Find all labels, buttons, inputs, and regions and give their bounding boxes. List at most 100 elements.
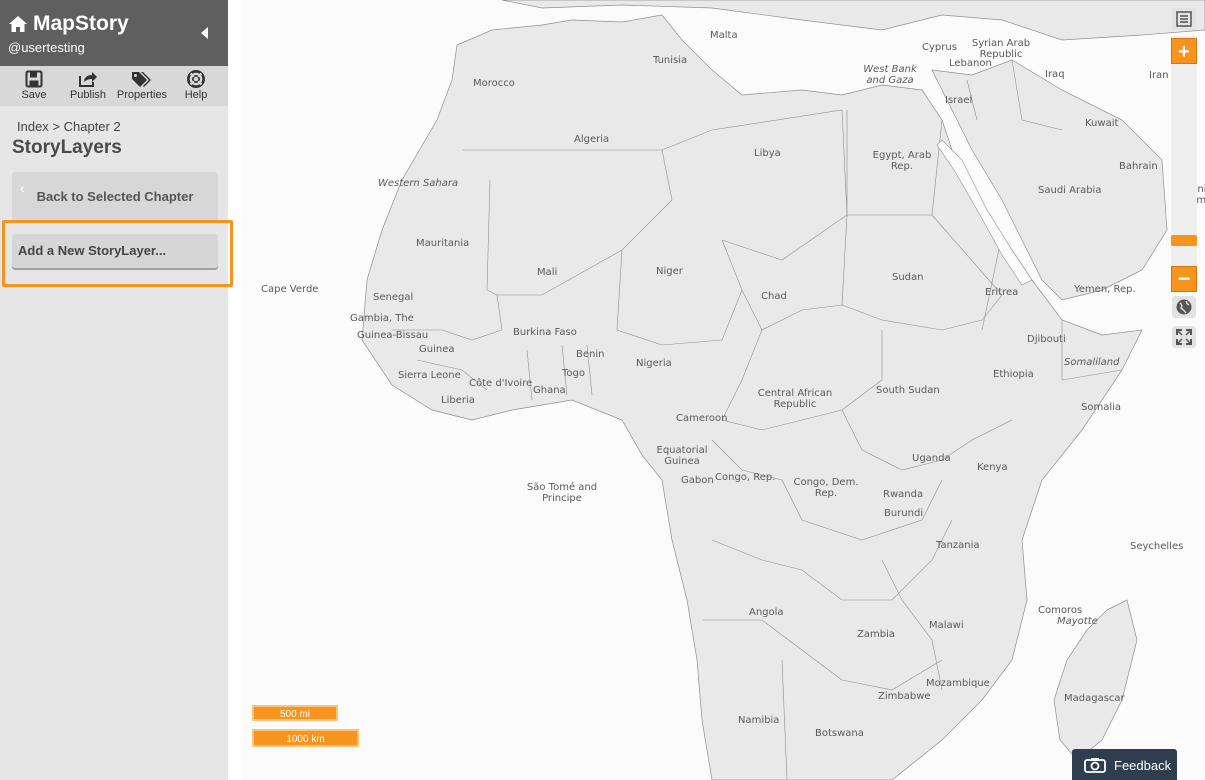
sidebar: MapStory @usertesting Save Publish Prope… — [0, 0, 233, 780]
zoom-in-button[interactable]: + — [1171, 38, 1197, 64]
map-label-madagascar: Madagascar — [1064, 693, 1125, 704]
properties-label: Properties — [116, 89, 168, 101]
map-label-iraq: Iraq — [1045, 69, 1065, 80]
user-handle[interactable]: @usertesting — [8, 40, 85, 55]
map-label-drc: Congo, Dem. Rep. — [793, 477, 859, 499]
map-label-burkina: Burkina Faso — [513, 327, 577, 338]
map-label-zimbabwe: Zimbabwe — [878, 691, 931, 702]
map-label-iran: Iran — [1149, 70, 1169, 81]
back-button-label: Back to Selected Chapter — [36, 189, 194, 204]
map-label-israel: Israel — [945, 95, 973, 106]
map-label-kenya: Kenya — [977, 462, 1008, 473]
map-label-senegal: Senegal — [373, 292, 414, 303]
map-label-morocco: Morocco — [473, 78, 515, 89]
map-label-mozambique: Mozambique — [926, 678, 990, 689]
fullscreen-button[interactable] — [1172, 326, 1196, 348]
map-label-yemen: Yemen, Rep. — [1074, 284, 1136, 295]
feedback-label: Feedback — [1114, 758, 1172, 773]
list-icon — [1176, 11, 1192, 27]
add-storylayer-label: Add a New StoryLayer... — [18, 243, 167, 258]
layers-list-button[interactable] — [1172, 8, 1196, 30]
map-label-djibouti: Djibouti — [1027, 334, 1066, 345]
map-label-gambia: Gambia, The — [350, 313, 414, 324]
map-label-cyprus: Cyprus — [922, 42, 957, 53]
map-label-guinea: Guinea — [419, 344, 455, 355]
map-label-guinea-bissau: Guinea-Bissau — [357, 330, 429, 341]
map-label-cote-divoire: Côte d'Ivoire — [469, 378, 533, 389]
map-label-ghana: Ghana — [533, 385, 566, 396]
map-label-egypt: Egypt, Arab Rep. — [872, 150, 932, 172]
map-label-sierra-leone: Sierra Leone — [398, 370, 461, 381]
map-label-sao-tome: São Tomé and Principe — [526, 482, 598, 504]
help-button[interactable]: Help — [167, 70, 225, 101]
zoom-out-button[interactable]: − — [1171, 266, 1197, 292]
map-label-zambia: Zambia — [857, 629, 895, 640]
tags-icon — [132, 72, 151, 87]
map-label-tunisia: Tunisia — [653, 55, 688, 66]
map-label-bahrain: Bahrain — [1119, 161, 1158, 172]
map-label-seychelles: Seychelles — [1130, 541, 1184, 552]
map-label-syria: Syrian Arab Republic — [971, 38, 1031, 60]
home-icon — [9, 16, 27, 32]
camera-icon — [1084, 758, 1106, 773]
map-label-malawi: Malawi — [929, 620, 964, 631]
map-label-west-bank: West Bank and Gaza — [863, 64, 917, 86]
map-label-niger: Niger — [656, 266, 683, 277]
map-basemap — [361, 0, 1205, 780]
map-label-cameroon: Cameroon — [676, 413, 728, 424]
share-icon — [79, 72, 97, 87]
feedback-button[interactable]: Feedback — [1072, 749, 1177, 780]
fullscreen-icon — [1176, 329, 1192, 345]
add-storylayer-button[interactable]: Add a New StoryLayer... — [12, 234, 218, 268]
map-label-namibia: Namibia — [738, 715, 780, 726]
map-label-mauritania: Mauritania — [416, 238, 470, 249]
map-label-gabon: Gabon — [681, 475, 714, 486]
properties-button[interactable]: Properties — [113, 70, 171, 101]
map-label-nigeria: Nigeria — [636, 358, 672, 369]
map-label-algeria: Algeria — [574, 134, 610, 145]
map-label-cape-verde: Cape Verde — [261, 284, 319, 295]
zoom-slider-track[interactable] — [1171, 36, 1197, 290]
map-label-sudan: Sudan — [892, 272, 924, 283]
publish-button[interactable]: Publish — [59, 70, 117, 101]
help-label: Help — [184, 89, 208, 101]
map-label-congo: Congo, Rep. — [715, 472, 776, 483]
map-label-chad: Chad — [761, 291, 787, 302]
map-label-eq-guinea: Equatorial Guinea — [656, 445, 708, 467]
map-label-rwanda: Rwanda — [883, 489, 924, 500]
map-label-eritrea: Eritrea — [985, 287, 1019, 298]
save-button[interactable]: Save — [5, 70, 63, 101]
zoom-slider-handle[interactable] — [1171, 235, 1197, 246]
map-label-south-sudan: South Sudan — [876, 385, 940, 396]
map-label-mayotte: Mayotte — [1057, 616, 1098, 627]
app-logo[interactable]: MapStory — [8, 12, 129, 36]
map-label-angola: Angola — [749, 607, 784, 618]
map-label-car: Central African Republic — [757, 388, 833, 410]
map-label-libya: Libya — [754, 148, 781, 159]
map-label-togo: Togo — [562, 368, 585, 379]
map-canvas[interactable]: Malta Cyprus Syrian Arab Republic Lebano… — [242, 0, 1205, 780]
back-to-chapter-button[interactable]: ‹ Back to Selected Chapter — [12, 172, 218, 222]
map-label-mali: Mali — [537, 267, 558, 278]
map-label-kuwait: Kuwait — [1085, 118, 1119, 129]
lifebuoy-icon — [187, 70, 205, 88]
toolbar: Save Publish Properties Help — [0, 66, 228, 106]
map-label-uganda: Uganda — [912, 453, 951, 464]
globe-button[interactable] — [1172, 296, 1196, 318]
scale-bar-km: 1000 km — [252, 729, 359, 747]
breadcrumb[interactable]: Index > Chapter 2 — [17, 119, 121, 134]
save-icon — [25, 70, 43, 88]
map-label-botswana: Botswana — [815, 728, 864, 739]
map-label-lebanon: Lebanon — [949, 58, 992, 69]
map-label-benin: Benin — [576, 349, 605, 360]
map-label-malta: Malta — [710, 30, 738, 41]
map-label-burundi: Burundi — [884, 508, 924, 519]
globe-icon — [1176, 299, 1192, 315]
app-title: MapStory — [33, 12, 129, 35]
map-label-ethiopia: Ethiopia — [993, 369, 1034, 380]
map-label-western-sahara: Western Sahara — [378, 178, 459, 189]
collapse-sidebar-icon[interactable] — [198, 24, 212, 42]
sidebar-header: MapStory @usertesting — [0, 0, 228, 66]
map-label-saudi: Saudi Arabia — [1038, 185, 1102, 196]
map-label-somaliland: Somaliland — [1064, 357, 1120, 368]
